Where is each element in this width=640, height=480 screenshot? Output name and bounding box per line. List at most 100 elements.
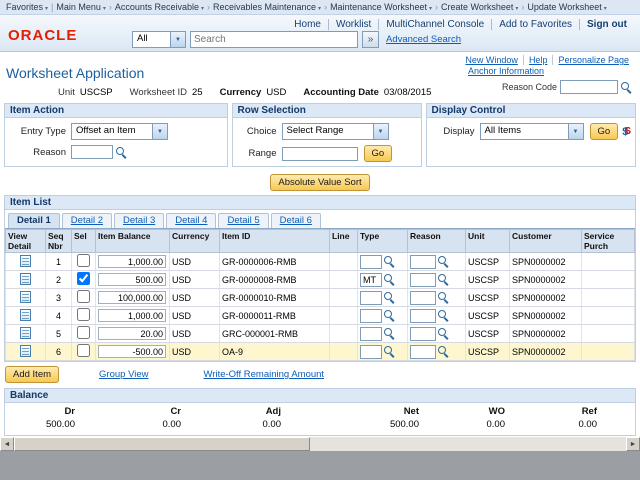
col-service-purch: Service Purch: [582, 230, 635, 253]
currency-cell: USD: [170, 307, 220, 325]
worklist-link[interactable]: Worklist: [328, 19, 378, 30]
tab-detail-3[interactable]: Detail 3: [114, 213, 164, 228]
scroll-left-button[interactable]: ◄: [0, 437, 14, 451]
control-group-boxes: Item Action Entry Type Offset an Item ▼ …: [4, 103, 636, 167]
select-checkbox[interactable]: [77, 344, 90, 357]
breadcrumb-item-update-worksheet[interactable]: Update Worksheet▾: [527, 2, 606, 12]
type-lookup-icon[interactable]: [384, 256, 395, 267]
currency-cell: USD: [170, 271, 220, 289]
type-lookup-icon[interactable]: [384, 346, 395, 357]
breadcrumb-item-maintenance-worksheet[interactable]: Maintenance Worksheet▾: [330, 2, 432, 12]
tab-detail-6[interactable]: Detail 6: [271, 213, 321, 228]
type-input[interactable]: [360, 273, 382, 287]
col-view-detail: View Detail: [6, 230, 46, 253]
unit-cell: USCSP: [466, 253, 510, 271]
tab-detail-1[interactable]: Detail 1: [8, 213, 60, 228]
reason-lookup-icon[interactable]: [438, 346, 449, 357]
breadcrumb-item-accounts-receivable[interactable]: Accounts Receivable▾: [115, 2, 204, 12]
type-input[interactable]: [360, 327, 382, 341]
choice-select[interactable]: Select Range ▼: [282, 123, 389, 140]
select-checkbox[interactable]: [77, 326, 90, 339]
reason-lookup-icon[interactable]: [438, 310, 449, 321]
view-detail-icon[interactable]: [20, 327, 31, 339]
item-id-cell: GR-0000008-RMB: [220, 271, 330, 289]
advanced-search-link[interactable]: Advanced Search: [386, 34, 461, 45]
reason-lookup-icon[interactable]: [438, 274, 449, 285]
breadcrumb-item-create-worksheet[interactable]: Create Worksheet▾: [441, 2, 518, 12]
sign-out-link[interactable]: Sign out: [579, 19, 634, 30]
portal-search: All ▼ » Advanced Search: [132, 31, 461, 48]
item-balance-cell: 1,000.00: [98, 309, 166, 322]
tab-detail-5[interactable]: Detail 5: [218, 213, 268, 228]
dropdown-arrow-icon: ▼: [373, 124, 388, 139]
reason-code-input[interactable]: [560, 80, 618, 94]
write-off-remaining-link[interactable]: Write-Off Remaining Amount: [204, 369, 325, 380]
type-lookup-icon[interactable]: [384, 328, 395, 339]
add-to-favorites-link[interactable]: Add to Favorites: [491, 19, 579, 30]
scrollbar-thumb[interactable]: [14, 437, 310, 451]
item-balance-cell: 20.00: [98, 327, 166, 340]
breadcrumb-item-receivables-maintenance[interactable]: Receivables Maintenance▾: [213, 2, 321, 12]
reason-input[interactable]: [410, 327, 436, 341]
tab-detail-4[interactable]: Detail 4: [166, 213, 216, 228]
reason-lookup-icon[interactable]: [438, 256, 449, 267]
display-select[interactable]: All Items ▼: [480, 123, 584, 140]
reason-input[interactable]: [410, 309, 436, 323]
select-checkbox[interactable]: [77, 290, 90, 303]
entry-type-select[interactable]: Offset an Item ▼: [71, 123, 168, 140]
reason-input[interactable]: [410, 255, 436, 269]
view-detail-icon[interactable]: [20, 273, 31, 285]
table-row: 4 1,000.00 USD GR-0000011-RMB USCSP SPN0…: [6, 307, 635, 325]
line-cell: [330, 307, 358, 325]
view-detail-icon[interactable]: [20, 309, 31, 321]
view-detail-icon[interactable]: [20, 255, 31, 267]
reason-code-lookup-icon[interactable]: [621, 82, 632, 93]
worksheet-id-value: 25: [192, 87, 203, 98]
tab-detail-2[interactable]: Detail 2: [62, 213, 112, 228]
type-lookup-icon[interactable]: [384, 274, 395, 285]
anchor-information-link[interactable]: Anchor Information: [468, 66, 544, 76]
exchange-rate-icon[interactable]: $S: [622, 126, 631, 138]
search-go-button[interactable]: »: [362, 31, 379, 48]
type-input[interactable]: [360, 309, 382, 323]
reason-input[interactable]: [410, 291, 436, 305]
reason-input[interactable]: [410, 345, 436, 359]
type-input[interactable]: [360, 291, 382, 305]
select-checkbox[interactable]: [77, 308, 90, 321]
currency-cell: USD: [170, 325, 220, 343]
item-action-reason-lookup-icon[interactable]: [116, 147, 127, 158]
type-input[interactable]: [360, 345, 382, 359]
scrollbar-track[interactable]: [14, 437, 626, 451]
item-action-reason-input[interactable]: [71, 145, 113, 159]
home-link[interactable]: Home: [287, 19, 328, 30]
select-checkbox[interactable]: [77, 272, 90, 285]
add-item-button[interactable]: Add Item: [5, 366, 59, 383]
reason-input[interactable]: [410, 273, 436, 287]
type-input[interactable]: [360, 255, 382, 269]
multichannel-console-link[interactable]: MultiChannel Console: [378, 19, 491, 30]
view-detail-icon[interactable]: [20, 291, 31, 303]
display-go-button[interactable]: Go: [590, 123, 619, 140]
reason-lookup-icon[interactable]: [438, 328, 449, 339]
accounting-date-label: Accounting Date: [303, 87, 378, 98]
breadcrumb-item-favorites[interactable]: Favorites▾: [6, 2, 48, 12]
type-lookup-icon[interactable]: [384, 292, 395, 303]
balance-net-label: Net: [281, 406, 419, 417]
breadcrumb-item-main-menu[interactable]: Main Menu▾: [56, 2, 106, 12]
scroll-right-button[interactable]: ►: [626, 437, 640, 451]
item-id-cell: OA-9: [220, 343, 330, 361]
balance-ref-label: Ref: [505, 406, 597, 417]
range-go-button[interactable]: Go: [364, 145, 393, 162]
select-checkbox[interactable]: [77, 254, 90, 267]
view-detail-icon[interactable]: [20, 345, 31, 357]
type-lookup-icon[interactable]: [384, 310, 395, 321]
dropdown-arrow-icon: ▼: [152, 124, 167, 139]
absolute-value-sort-button[interactable]: Absolute Value Sort: [270, 174, 369, 191]
search-scope-select[interactable]: All ▼: [132, 31, 186, 48]
range-input[interactable]: [282, 147, 358, 161]
reason-lookup-icon[interactable]: [438, 292, 449, 303]
breadcrumb-label: Create Worksheet: [441, 2, 513, 12]
search-input[interactable]: [190, 31, 358, 48]
group-view-link[interactable]: Group View: [99, 369, 148, 380]
table-row: 2 500.00 USD GR-0000008-RMB USCSP SPN000…: [6, 271, 635, 289]
